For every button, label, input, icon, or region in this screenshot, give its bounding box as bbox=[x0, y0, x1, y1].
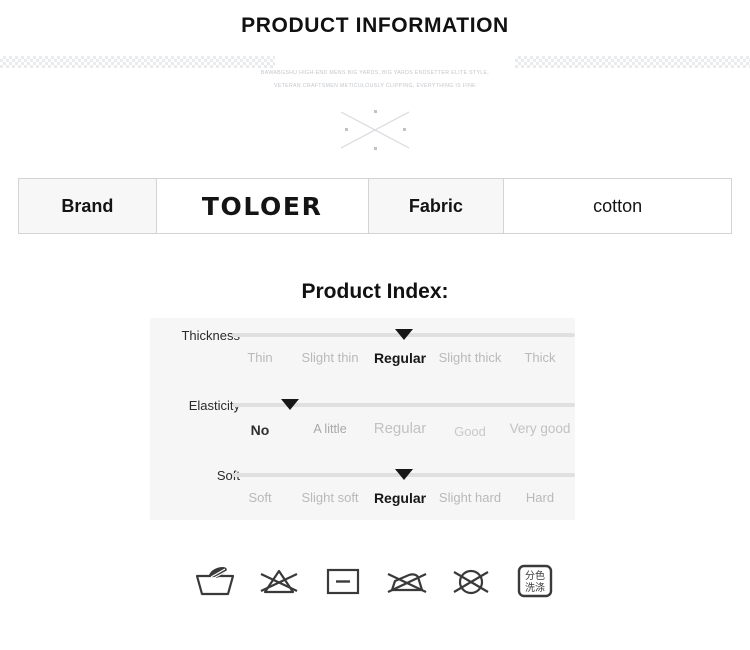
index-option-elasticity-4[interactable]: Very good bbox=[505, 421, 575, 436]
index-option-soft-1[interactable]: Slight soft bbox=[295, 490, 365, 505]
wash-separately-line1: 分色 bbox=[525, 569, 545, 582]
page-title: PRODUCT INFORMATION bbox=[241, 14, 509, 37]
index-scale-soft: Soft Slight soft Regular Slight hard Har… bbox=[225, 490, 575, 516]
slogan-line-1: BAWABGSHU HIGH-END MENS BIG YARDS, BIG Y… bbox=[260, 70, 490, 76]
brand-name-text: TOLOER bbox=[201, 191, 323, 221]
brand-label-text: Brand bbox=[61, 195, 114, 216]
wash-separately-icon: 分色 洗涤 bbox=[512, 558, 558, 604]
index-marker-thickness bbox=[394, 329, 413, 340]
index-row-soft: Soft Soft Slight soft Regular Slight har… bbox=[150, 462, 575, 524]
index-option-elasticity-2[interactable]: Regular bbox=[365, 420, 435, 437]
slogan-line-2: VETERAN CRAFTSMEN METICULOUSLY CLIPPING,… bbox=[274, 83, 476, 89]
do-not-iron-icon bbox=[384, 558, 430, 604]
index-row-elasticity: Elasticity No A little Regular Good Very… bbox=[150, 392, 575, 454]
index-scale-elasticity: No A little Regular Good Very good bbox=[225, 420, 575, 446]
spec-cell-brand-value: TOLOER bbox=[156, 179, 369, 233]
index-marker-soft bbox=[394, 469, 413, 480]
dry-flat-icon bbox=[320, 558, 366, 604]
decorative-band-left bbox=[0, 56, 275, 68]
care-instructions-row: 分色 洗涤 bbox=[0, 558, 750, 604]
index-option-thickness-4[interactable]: Thick bbox=[505, 350, 575, 365]
spec-cell-fabric-label: Fabric bbox=[368, 179, 505, 233]
index-row-thickness: Thickness Thin Slight thin Regular Sligh… bbox=[150, 322, 575, 384]
product-index-title: Product Index: bbox=[301, 280, 449, 303]
fabric-value-text: cotton bbox=[593, 195, 643, 216]
index-scale-thickness: Thin Slight thin Regular Slight thick Th… bbox=[225, 350, 575, 376]
index-option-soft-4[interactable]: Hard bbox=[505, 490, 575, 505]
decorative-band-right bbox=[515, 56, 750, 68]
index-row-label-thickness: Thickness bbox=[181, 328, 240, 343]
index-option-thickness-1[interactable]: Slight thin bbox=[295, 350, 365, 365]
index-option-thickness-3[interactable]: Slight thick bbox=[435, 350, 505, 365]
index-option-soft-0[interactable]: Soft bbox=[225, 490, 295, 505]
index-option-thickness-0[interactable]: Thin bbox=[225, 350, 295, 365]
do-not-bleach-icon bbox=[256, 558, 302, 604]
index-option-elasticity-3[interactable]: Good bbox=[435, 424, 505, 439]
index-row-label-soft: Soft bbox=[216, 468, 240, 483]
index-row-label-elasticity: Elasticity bbox=[188, 398, 240, 413]
index-option-elasticity-0[interactable]: No bbox=[225, 422, 295, 438]
fabric-label-text: Fabric bbox=[408, 195, 463, 216]
hand-wash-icon bbox=[192, 558, 238, 604]
do-not-dry-clean-icon bbox=[448, 558, 494, 604]
spec-cell-fabric-value: cotton bbox=[504, 179, 732, 233]
product-spec-table: Brand TOLOER Fabric cotton bbox=[18, 178, 732, 234]
x-divider-ornament bbox=[335, 108, 415, 152]
index-option-elasticity-1[interactable]: A little bbox=[295, 422, 365, 436]
index-option-soft-3[interactable]: Slight hard bbox=[435, 490, 505, 505]
index-option-thickness-2[interactable]: Regular bbox=[365, 350, 435, 366]
index-marker-elasticity bbox=[281, 399, 300, 410]
wash-separately-line2: 洗涤 bbox=[525, 581, 545, 594]
product-index-panel: Thickness Thin Slight thin Regular Sligh… bbox=[150, 318, 575, 520]
spec-cell-brand-label: Brand bbox=[19, 179, 157, 233]
index-option-soft-2[interactable]: Regular bbox=[365, 490, 435, 506]
